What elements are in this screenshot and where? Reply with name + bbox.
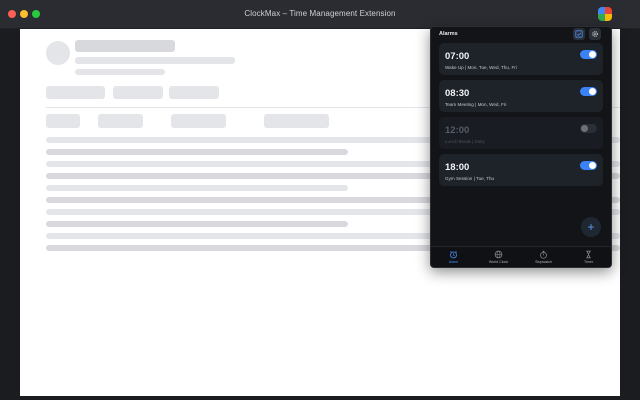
check-square-icon (575, 30, 583, 38)
tab-placeholder (46, 86, 105, 99)
settings-button[interactable] (589, 28, 601, 40)
gear-icon (592, 31, 598, 37)
window-title: ClockMax – Time Management Extension (244, 9, 396, 18)
alarm-card[interactable]: 08:30 Team Meeting | Mon, Wed, Fri (439, 80, 603, 112)
column-header-placeholder (46, 114, 80, 128)
alarm-card[interactable]: 12:00 Lunch Break | Daily (439, 117, 603, 149)
text-line-placeholder (46, 185, 348, 191)
alarm-time: 18:00 (445, 162, 470, 173)
nav-item-world-clock[interactable]: World Clock (476, 247, 521, 267)
nav-item-stopwatch[interactable]: Stopwatch (521, 247, 566, 267)
alarm-card[interactable]: 18:00 Gym Session | Tue, Thu (439, 154, 603, 186)
add-alarm-button[interactable]: + (581, 217, 601, 237)
clockmax-popup: Alarms 07:00 Wake Up | Mon, Tue, Wed, Th… (430, 26, 612, 268)
avatar-placeholder (46, 41, 70, 65)
nav-item-alarm[interactable]: Alarm (431, 247, 476, 267)
popup-header: Alarms (431, 27, 611, 43)
column-header-placeholder (264, 114, 329, 128)
extension-puzzle-icon[interactable] (598, 7, 612, 21)
alarm-toggle[interactable] (580, 87, 597, 96)
hourglass-icon (586, 250, 591, 259)
nav-label: Alarm (448, 260, 459, 264)
meta-placeholder (75, 69, 165, 75)
alarm-label: Wake Up | Mon, Tue, Wed, Thu, Fri (445, 65, 517, 70)
alarm-clock-icon (449, 250, 458, 259)
toggle-knob (589, 88, 596, 95)
text-line-placeholder (46, 149, 348, 155)
alarm-card[interactable]: 07:00 Wake Up | Mon, Tue, Wed, Thu, Fri (439, 43, 603, 75)
alarm-toggle[interactable] (580, 161, 597, 170)
globe-icon (494, 250, 503, 259)
column-header-placeholder (98, 114, 143, 128)
alarm-toggle[interactable] (580, 50, 597, 59)
tab-placeholder (113, 86, 163, 99)
alarm-time: 08:30 (445, 88, 470, 99)
nav-item-timer[interactable]: Timer (566, 247, 611, 267)
select-alarms-button[interactable] (573, 28, 585, 40)
bottom-nav: Alarm World Clock Stopwatch Timer (431, 246, 611, 267)
column-header-placeholder (171, 114, 226, 128)
nav-label: Timer (583, 260, 594, 264)
window-titlebar: ClockMax – Time Management Extension (0, 0, 640, 29)
alarm-label: Lunch Break | Daily (445, 139, 485, 144)
popup-title: Alarms (439, 31, 458, 37)
alarm-time: 07:00 (445, 51, 470, 62)
toggle-knob (581, 125, 588, 132)
alarm-label: Team Meeting | Mon, Wed, Fri (445, 102, 507, 107)
nav-label: World Clock (488, 260, 509, 264)
alarm-time: 12:00 (445, 125, 470, 136)
stopwatch-icon (540, 250, 547, 259)
text-line-placeholder (46, 221, 348, 227)
alarm-toggle[interactable] (580, 124, 597, 133)
nav-label: Stopwatch (535, 260, 552, 264)
toggle-knob (589, 162, 596, 169)
title-placeholder (75, 40, 175, 52)
toggle-knob (589, 51, 596, 58)
alarm-label: Gym Session | Tue, Thu (445, 176, 495, 181)
tab-placeholder (169, 86, 219, 99)
subtitle-placeholder (75, 57, 235, 64)
